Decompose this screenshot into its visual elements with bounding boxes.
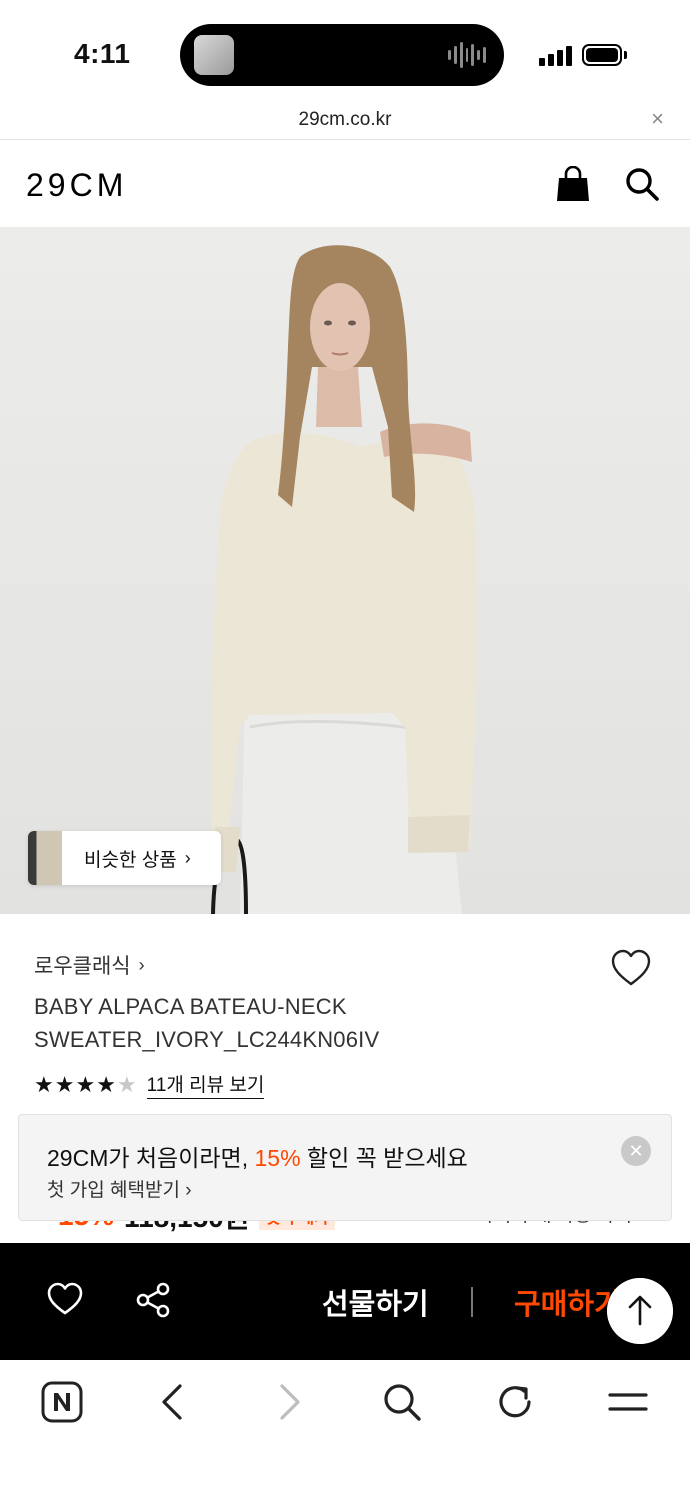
product-photo <box>211 245 478 914</box>
dynamic-island[interactable] <box>180 24 504 86</box>
close-icon[interactable]: ✕ <box>621 1136 651 1166</box>
signup-promo-banner[interactable]: 29CM가 처음이라면, 15% 할인 꼭 받으세요 첫 가입 혜택받기 › ✕ <box>18 1114 672 1221</box>
purchase-action-bar: 선물하기 구매하기 <box>0 1243 690 1360</box>
status-time: 4:11 <box>74 38 131 69</box>
site-header: 29CM <box>0 141 690 227</box>
menu-icon[interactable] <box>606 1380 650 1424</box>
site-logo[interactable]: 29CM <box>26 167 127 204</box>
back-icon[interactable] <box>152 1380 196 1424</box>
battery-icon <box>582 44 622 66</box>
review-link[interactable]: 11개 리뷰 보기 <box>146 1070 265 1099</box>
promo-headline-suffix: 할인 꼭 받으세요 <box>300 1145 468 1171</box>
scroll-to-top-button[interactable] <box>607 1278 673 1344</box>
star-filled-icon: ★ <box>96 1071 116 1097</box>
close-icon[interactable]: × <box>651 106 664 132</box>
status-bar: 4:11 <box>0 0 690 100</box>
search-icon[interactable] <box>380 1380 424 1424</box>
star-filled-icon: ★ <box>75 1071 96 1097</box>
promo-discount: 15% <box>254 1145 301 1171</box>
chevron-right-icon: › <box>184 847 191 868</box>
naver-home-icon[interactable] <box>40 1380 84 1424</box>
signup-benefit-link[interactable]: 첫 가입 혜택받기 › <box>47 1175 192 1202</box>
url-bar[interactable]: 29cm.co.kr × <box>0 100 690 140</box>
heart-icon[interactable] <box>610 948 652 988</box>
share-icon[interactable] <box>134 1281 172 1319</box>
product-title: BABY ALPACA BATEAU-NECK SWEATER_IVORY_LC… <box>34 994 380 1052</box>
divider <box>471 1287 473 1317</box>
rating-row: ★ ★ ★ ★ ★ 11개 리뷰 보기 <box>34 1070 265 1099</box>
buy-button[interactable]: 구매하기 <box>514 1281 618 1323</box>
star-filled-icon: ★ <box>34 1071 54 1097</box>
similar-product-thumbnail <box>28 831 62 885</box>
shopping-bag-icon[interactable] <box>556 166 590 202</box>
refresh-icon[interactable] <box>493 1380 537 1424</box>
similar-products-button[interactable]: 비슷한 상품 › <box>28 831 221 885</box>
heart-icon[interactable] <box>46 1281 84 1317</box>
brand-link[interactable]: 로우클래식 › <box>34 950 145 980</box>
star-empty-icon: ★ <box>116 1071 137 1097</box>
similar-products-label: 비슷한 상품 <box>84 849 177 871</box>
url-text[interactable]: 29cm.co.kr <box>0 109 690 131</box>
battery-tip <box>624 51 627 59</box>
promo-headline-prefix: 29CM가 처음이라면, <box>47 1145 255 1171</box>
audio-waveform-icon <box>448 42 487 68</box>
forward-icon[interactable] <box>266 1380 310 1424</box>
now-playing-thumbnail <box>194 35 234 75</box>
chevron-right-icon: › <box>138 954 145 975</box>
browser-toolbar <box>0 1360 690 1500</box>
rating-stars: ★ ★ ★ ★ ★ <box>34 1072 137 1098</box>
cellular-signal-icon <box>539 44 573 66</box>
promo-headline: 29CM가 처음이라면, 15% 할인 꼭 받으세요 <box>47 1139 468 1173</box>
brand-name[interactable]: 로우클래식 <box>34 950 131 980</box>
product-hero-image[interactable]: 비슷한 상품 › <box>0 227 690 914</box>
star-filled-icon: ★ <box>54 1071 75 1097</box>
search-icon[interactable] <box>624 166 660 202</box>
gift-button[interactable]: 선물하기 <box>322 1281 429 1323</box>
